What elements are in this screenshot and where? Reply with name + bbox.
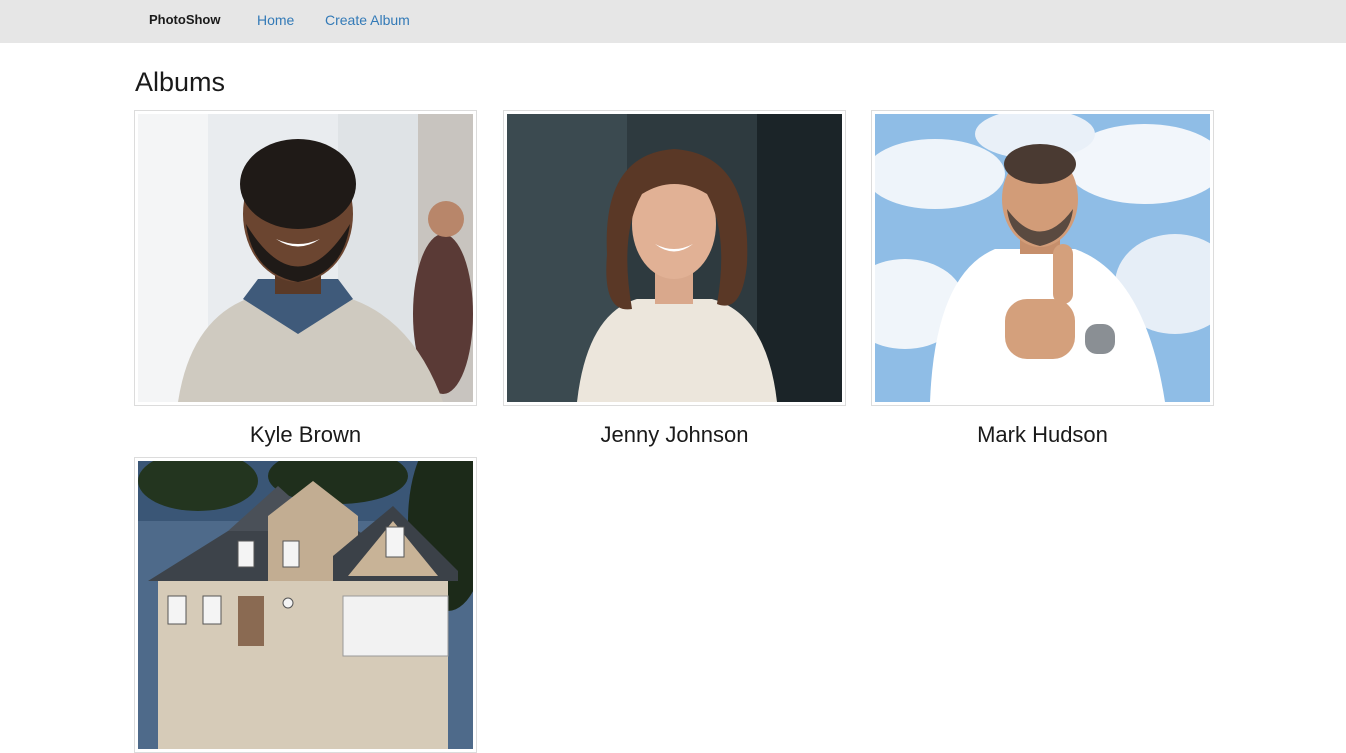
album-name-kyle-brown[interactable]: Kyle Brown (134, 422, 477, 448)
page-title: Albums (135, 67, 226, 97)
top-navbar: PhotoShow Home Create Album (0, 0, 1346, 43)
album-name-mark-hudson[interactable]: Mark Hudson (871, 422, 1214, 448)
album-thumbnail-mark-hudson[interactable] (871, 110, 1214, 406)
brand-link[interactable]: PhotoShow (149, 12, 221, 27)
album-name-jenny-johnson[interactable]: Jenny Johnson (503, 422, 846, 448)
nav-create-album-link[interactable]: Create Album (325, 12, 410, 28)
album-photo (138, 461, 473, 749)
album-thumbnail-house[interactable] (134, 457, 477, 753)
album-photo (138, 114, 473, 402)
album-photo (875, 114, 1210, 402)
album-photo (507, 114, 842, 402)
nav-home-link[interactable]: Home (257, 12, 294, 28)
album-thumbnail-kyle-brown[interactable] (134, 110, 477, 406)
album-thumbnail-jenny-johnson[interactable] (503, 110, 846, 406)
